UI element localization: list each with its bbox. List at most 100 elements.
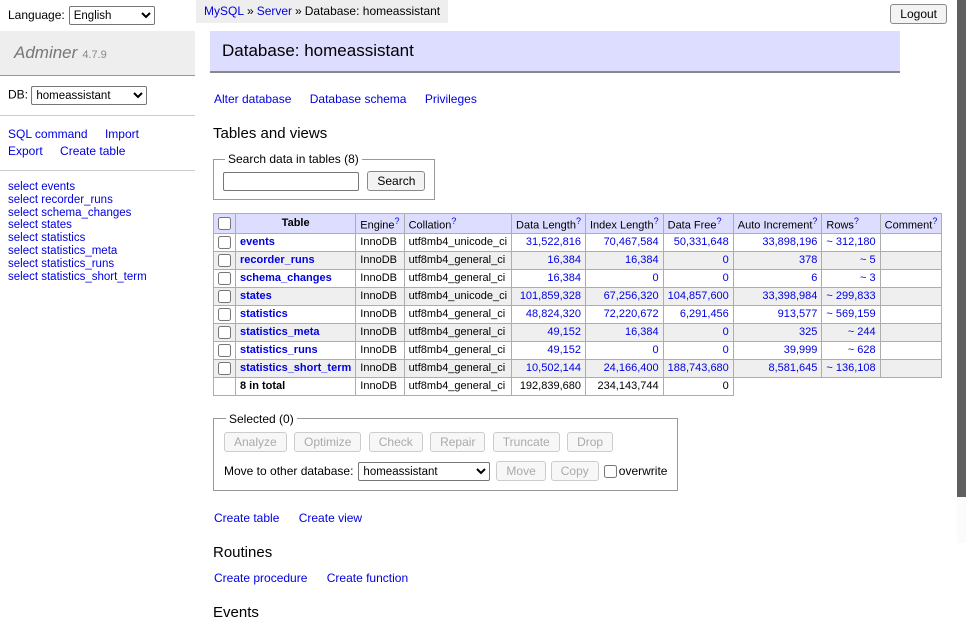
- table-name-link[interactable]: schema_changes: [240, 272, 332, 284]
- data-length-link[interactable]: 48,824,320: [516, 308, 581, 320]
- data-length-link[interactable]: 31,522,816: [516, 236, 581, 248]
- table-name-link[interactable]: statistics_meta: [240, 326, 320, 338]
- table-name-link[interactable]: statistics_short_term: [240, 362, 351, 374]
- sidebar-item-select-recorder-runs[interactable]: select recorder_runs: [8, 194, 187, 207]
- table-name-link[interactable]: statistics_runs: [240, 344, 318, 356]
- search-input[interactable]: [223, 172, 359, 191]
- auto-increment-link[interactable]: 913,577: [738, 308, 818, 320]
- table-name-link[interactable]: events: [240, 236, 275, 248]
- index-length-link[interactable]: 70,467,584: [590, 236, 659, 248]
- copy-button[interactable]: Copy: [551, 461, 599, 481]
- create-view-link[interactable]: Create view: [299, 511, 362, 525]
- data-length-link[interactable]: 16,384: [516, 254, 581, 266]
- help-icon[interactable]: ?: [812, 216, 817, 226]
- drop-button[interactable]: Drop: [567, 432, 613, 452]
- help-icon[interactable]: ?: [576, 216, 581, 226]
- analyze-button[interactable]: Analyze: [224, 432, 287, 452]
- data-length-link[interactable]: 49,152: [516, 344, 581, 356]
- auto-increment-link[interactable]: 325: [738, 326, 818, 338]
- auto-increment-link[interactable]: 39,999: [738, 344, 818, 356]
- rows-count-link[interactable]: ~ 3: [826, 272, 875, 284]
- index-length-link[interactable]: 67,256,320: [590, 290, 659, 302]
- index-length-link[interactable]: 16,384: [590, 326, 659, 338]
- data-free-link[interactable]: 0: [668, 344, 729, 356]
- help-icon[interactable]: ?: [932, 216, 937, 226]
- sidebar-item-select-states[interactable]: select states: [8, 219, 187, 232]
- data-length-link[interactable]: 101,859,328: [516, 290, 581, 302]
- data-free-link[interactable]: 50,331,648: [668, 236, 729, 248]
- row-checkbox[interactable]: [218, 362, 231, 375]
- row-checkbox[interactable]: [218, 308, 231, 321]
- auto-increment-link[interactable]: 33,898,196: [738, 236, 818, 248]
- index-length-link[interactable]: 72,220,672: [590, 308, 659, 320]
- logout-button[interactable]: Logout: [890, 4, 947, 24]
- help-icon[interactable]: ?: [451, 216, 456, 226]
- breadcrumb-server-link[interactable]: Server: [257, 4, 292, 18]
- rows-count-link[interactable]: ~ 136,108: [826, 362, 875, 374]
- rows-count-link[interactable]: ~ 628: [826, 344, 875, 356]
- index-length-link[interactable]: 0: [590, 344, 659, 356]
- data-length-link[interactable]: 16,384: [516, 272, 581, 284]
- rows-count-link[interactable]: ~ 299,833: [826, 290, 875, 302]
- breadcrumb-mysql-link[interactable]: MySQL: [204, 4, 244, 18]
- sidebar-item-select-statistics-meta[interactable]: select statistics_meta: [8, 245, 187, 258]
- table-name-link[interactable]: states: [240, 290, 272, 302]
- repair-button[interactable]: Repair: [430, 432, 485, 452]
- data-free-link[interactable]: 0: [668, 272, 729, 284]
- check-button[interactable]: Check: [369, 432, 423, 452]
- sidebar-item-select-schema-changes[interactable]: select schema_changes: [8, 207, 187, 220]
- row-checkbox[interactable]: [218, 272, 231, 285]
- database-schema-link[interactable]: Database schema: [310, 92, 407, 106]
- scrollbar-track[interactable]: [957, 0, 966, 543]
- row-checkbox[interactable]: [218, 236, 231, 249]
- row-checkbox[interactable]: [218, 254, 231, 267]
- overwrite-checkbox[interactable]: [604, 465, 617, 478]
- table-name-link[interactable]: recorder_runs: [240, 254, 315, 266]
- auto-increment-link[interactable]: 8,581,645: [738, 362, 818, 374]
- help-icon[interactable]: ?: [654, 216, 659, 226]
- create-table-link-sidebar[interactable]: Create table: [60, 143, 125, 160]
- select-all-checkbox[interactable]: [218, 217, 231, 230]
- create-function-link[interactable]: Create function: [327, 571, 408, 585]
- auto-increment-link[interactable]: 378: [738, 254, 818, 266]
- data-free-link[interactable]: 0: [668, 254, 729, 266]
- data-free-link[interactable]: 188,743,680: [668, 362, 729, 374]
- index-length-link[interactable]: 16,384: [590, 254, 659, 266]
- data-free-link[interactable]: 6,291,456: [668, 308, 729, 320]
- data-length-link[interactable]: 49,152: [516, 326, 581, 338]
- sql-command-link[interactable]: SQL command: [8, 126, 88, 143]
- import-link[interactable]: Import: [105, 126, 139, 143]
- sidebar-item-select-statistics-runs[interactable]: select statistics_runs: [8, 258, 187, 271]
- export-link[interactable]: Export: [8, 143, 43, 160]
- index-length-link[interactable]: 0: [590, 272, 659, 284]
- move-database-select[interactable]: homeassistant: [358, 462, 490, 481]
- data-free-link[interactable]: 0: [668, 326, 729, 338]
- truncate-button[interactable]: Truncate: [493, 432, 560, 452]
- help-icon[interactable]: ?: [717, 216, 722, 226]
- row-checkbox[interactable]: [218, 290, 231, 303]
- help-icon[interactable]: ?: [395, 216, 400, 226]
- app-name[interactable]: Adminer: [14, 43, 77, 62]
- create-procedure-link[interactable]: Create procedure: [214, 571, 307, 585]
- sidebar-item-select-events[interactable]: select events: [8, 181, 187, 194]
- rows-count-link[interactable]: ~ 312,180: [826, 236, 875, 248]
- rows-count-link[interactable]: ~ 244: [826, 326, 875, 338]
- privileges-link[interactable]: Privileges: [425, 92, 477, 106]
- row-checkbox[interactable]: [218, 344, 231, 357]
- scrollbar-thumb[interactable]: [957, 0, 966, 497]
- auto-increment-link[interactable]: 6: [738, 272, 818, 284]
- rows-count-link[interactable]: ~ 5: [826, 254, 875, 266]
- table-name-link[interactable]: statistics: [240, 308, 288, 320]
- data-length-link[interactable]: 10,502,144: [516, 362, 581, 374]
- language-select[interactable]: English: [69, 6, 155, 25]
- sidebar-item-select-statistics-short-term[interactable]: select statistics_short_term: [8, 271, 187, 284]
- index-length-link[interactable]: 24,166,400: [590, 362, 659, 374]
- data-free-link[interactable]: 104,857,600: [668, 290, 729, 302]
- alter-database-link[interactable]: Alter database: [214, 92, 291, 106]
- db-select[interactable]: homeassistant: [31, 86, 147, 105]
- sidebar-item-select-statistics[interactable]: select statistics: [8, 232, 187, 245]
- help-icon[interactable]: ?: [854, 216, 859, 226]
- create-table-link[interactable]: Create table: [214, 511, 279, 525]
- move-button[interactable]: Move: [496, 461, 545, 481]
- search-button[interactable]: Search: [367, 171, 425, 191]
